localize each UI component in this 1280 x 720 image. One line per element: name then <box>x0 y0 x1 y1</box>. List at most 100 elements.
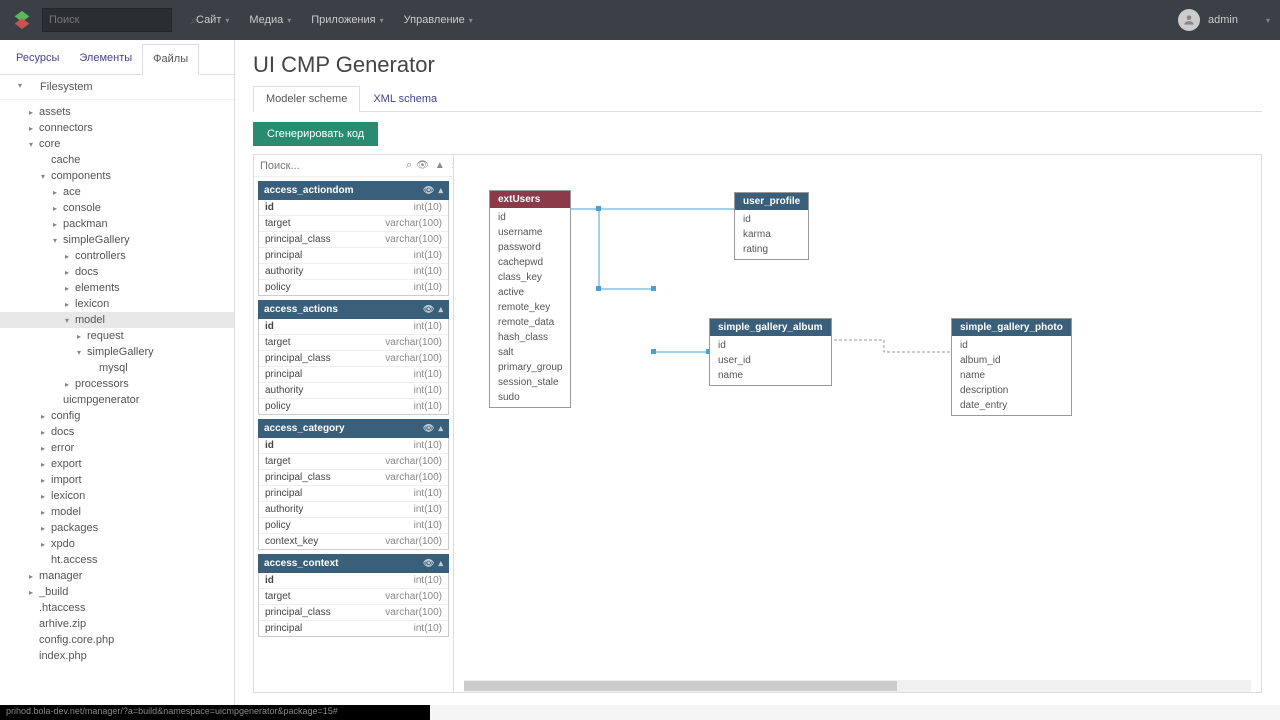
eye-icon[interactable]: 👁 <box>423 558 434 569</box>
tree-node[interactable]: ▸_build <box>0 584 234 600</box>
tree-node[interactable]: ▸config <box>0 408 234 424</box>
tab-modeler[interactable]: Modeler scheme <box>253 86 360 112</box>
db-column-row[interactable]: principal_classvarchar(100) <box>259 351 448 367</box>
tab-elements[interactable]: Элементы <box>69 44 142 74</box>
db-column-row[interactable]: idint(10) <box>259 573 448 589</box>
db-column-row[interactable]: targetvarchar(100) <box>259 454 448 470</box>
db-table[interactable]: access_context👁▴idint(10)targetvarchar(1… <box>258 554 449 637</box>
tree-node[interactable]: ▸import <box>0 472 234 488</box>
horizontal-scrollbar[interactable] <box>464 680 1251 692</box>
entity-header[interactable]: extUsers <box>490 191 570 208</box>
nav-media[interactable]: Медиа▾ <box>241 10 299 30</box>
db-column-row[interactable]: principalint(10) <box>259 248 448 264</box>
search-icon[interactable]: ⌕ <box>406 159 412 172</box>
eye-icon[interactable]: 👁 <box>423 304 434 315</box>
user-area[interactable]: admin ▾ <box>1178 9 1270 31</box>
entity-header[interactable]: simple_gallery_photo <box>952 319 1071 336</box>
tree-node[interactable]: ▸request <box>0 328 234 344</box>
entity-box[interactable]: simple_gallery_albumiduser_idname <box>709 318 832 386</box>
generate-button[interactable]: Сгенерировать код <box>253 122 378 146</box>
diagram-canvas[interactable]: extUsersidusernamepasswordcachepwdclass_… <box>454 155 1261 692</box>
db-table-header[interactable]: access_actiondom👁▴ <box>258 181 449 200</box>
search-input[interactable] <box>49 14 191 26</box>
db-column-row[interactable]: authorityint(10) <box>259 502 448 518</box>
eye-icon[interactable]: 👁 <box>423 185 434 196</box>
entity-box[interactable]: extUsersidusernamepasswordcachepwdclass_… <box>489 190 571 408</box>
db-column-row[interactable]: principal_classvarchar(100) <box>259 605 448 621</box>
tree-node[interactable]: ▸packman <box>0 216 234 232</box>
tree-node[interactable]: mysql <box>0 360 234 376</box>
tree-node[interactable]: ▸packages <box>0 520 234 536</box>
tree-node[interactable]: ▸processors <box>0 376 234 392</box>
tree-node[interactable]: ▸error <box>0 440 234 456</box>
tree-node[interactable]: uicmpgenerator <box>0 392 234 408</box>
db-table[interactable]: access_actions👁▴idint(10)targetvarchar(1… <box>258 300 449 415</box>
db-column-row[interactable]: principalint(10) <box>259 486 448 502</box>
db-column-row[interactable]: idint(10) <box>259 438 448 454</box>
collapse-icon[interactable]: ▴ <box>438 558 443 569</box>
db-table-header[interactable]: access_context👁▴ <box>258 554 449 573</box>
tree-node[interactable]: ▾core <box>0 136 234 152</box>
db-table-header[interactable]: access_category👁▴ <box>258 419 449 438</box>
eye-icon[interactable]: 👁 <box>416 160 429 171</box>
db-column-row[interactable]: authorityint(10) <box>259 383 448 399</box>
db-table[interactable]: access_category👁▴idint(10)targetvarchar(… <box>258 419 449 550</box>
db-column-row[interactable]: principal_classvarchar(100) <box>259 470 448 486</box>
db-column-row[interactable]: idint(10) <box>259 319 448 335</box>
collapse-icon[interactable]: ▴ <box>438 304 443 315</box>
sort-up-icon[interactable]: ▲ <box>435 160 445 171</box>
tree-node[interactable]: config.core.php <box>0 632 234 648</box>
nav-manage[interactable]: Управление▾ <box>396 10 481 30</box>
db-column-row[interactable]: context_keyvarchar(100) <box>259 534 448 549</box>
global-search[interactable]: ⌕ <box>42 8 172 32</box>
tree-node[interactable]: ▸ace <box>0 184 234 200</box>
tree-node[interactable]: ▸lexicon <box>0 296 234 312</box>
tree-node[interactable]: ▾model <box>0 312 234 328</box>
tree-node[interactable]: ▸console <box>0 200 234 216</box>
collapse-icon[interactable]: ▴ <box>438 185 443 196</box>
logo[interactable] <box>10 8 34 32</box>
tree-node[interactable]: ▸model <box>0 504 234 520</box>
tree-node[interactable]: ▸xpdo <box>0 536 234 552</box>
tree-node[interactable]: ▸assets <box>0 104 234 120</box>
tree-node[interactable]: ▸export <box>0 456 234 472</box>
tab-resources[interactable]: Ресурсы <box>6 44 69 74</box>
table-search-input[interactable] <box>260 160 402 172</box>
tree-node[interactable]: ▸lexicon <box>0 488 234 504</box>
tree-node[interactable]: ▸docs <box>0 264 234 280</box>
tree-node[interactable]: ▸controllers <box>0 248 234 264</box>
entity-box[interactable]: user_profileidkarmarating <box>734 192 809 260</box>
tree-node[interactable]: cache <box>0 152 234 168</box>
tree-node[interactable]: ▸elements <box>0 280 234 296</box>
tree-node[interactable]: ▾simpleGallery <box>0 232 234 248</box>
nav-site[interactable]: Сайт▾ <box>188 10 237 30</box>
tree-node[interactable]: ▾simpleGallery <box>0 344 234 360</box>
db-column-row[interactable]: policyint(10) <box>259 280 448 295</box>
db-column-row[interactable]: idint(10) <box>259 200 448 216</box>
db-column-row[interactable]: policyint(10) <box>259 518 448 534</box>
tab-xml[interactable]: XML schema <box>360 86 450 111</box>
tree-node[interactable]: index.php <box>0 648 234 664</box>
tree-node[interactable]: ▸manager <box>0 568 234 584</box>
db-column-row[interactable]: targetvarchar(100) <box>259 335 448 351</box>
db-table[interactable]: access_actiondom👁▴idint(10)targetvarchar… <box>258 181 449 296</box>
db-column-row[interactable]: principalint(10) <box>259 367 448 383</box>
collapse-icon[interactable]: ▴ <box>438 423 443 434</box>
tree-node[interactable]: ▸docs <box>0 424 234 440</box>
eye-icon[interactable]: 👁 <box>423 423 434 434</box>
entity-box[interactable]: simple_gallery_photoidalbum_idnamedescri… <box>951 318 1072 416</box>
entity-header[interactable]: user_profile <box>735 193 808 210</box>
db-column-row[interactable]: targetvarchar(100) <box>259 216 448 232</box>
db-column-row[interactable]: policyint(10) <box>259 399 448 414</box>
tree-node[interactable]: ht.access <box>0 552 234 568</box>
nav-apps[interactable]: Приложения▾ <box>303 10 391 30</box>
tree-node[interactable]: .htaccess <box>0 600 234 616</box>
tree-node[interactable]: arhive.zip <box>0 616 234 632</box>
entity-header[interactable]: simple_gallery_album <box>710 319 831 336</box>
db-column-row[interactable]: principalint(10) <box>259 621 448 636</box>
db-table-header[interactable]: access_actions👁▴ <box>258 300 449 319</box>
db-column-row[interactable]: principal_classvarchar(100) <box>259 232 448 248</box>
tab-files[interactable]: Файлы <box>142 44 199 75</box>
filesystem-header[interactable]: Filesystem <box>0 75 234 100</box>
tree-node[interactable]: ▾components <box>0 168 234 184</box>
